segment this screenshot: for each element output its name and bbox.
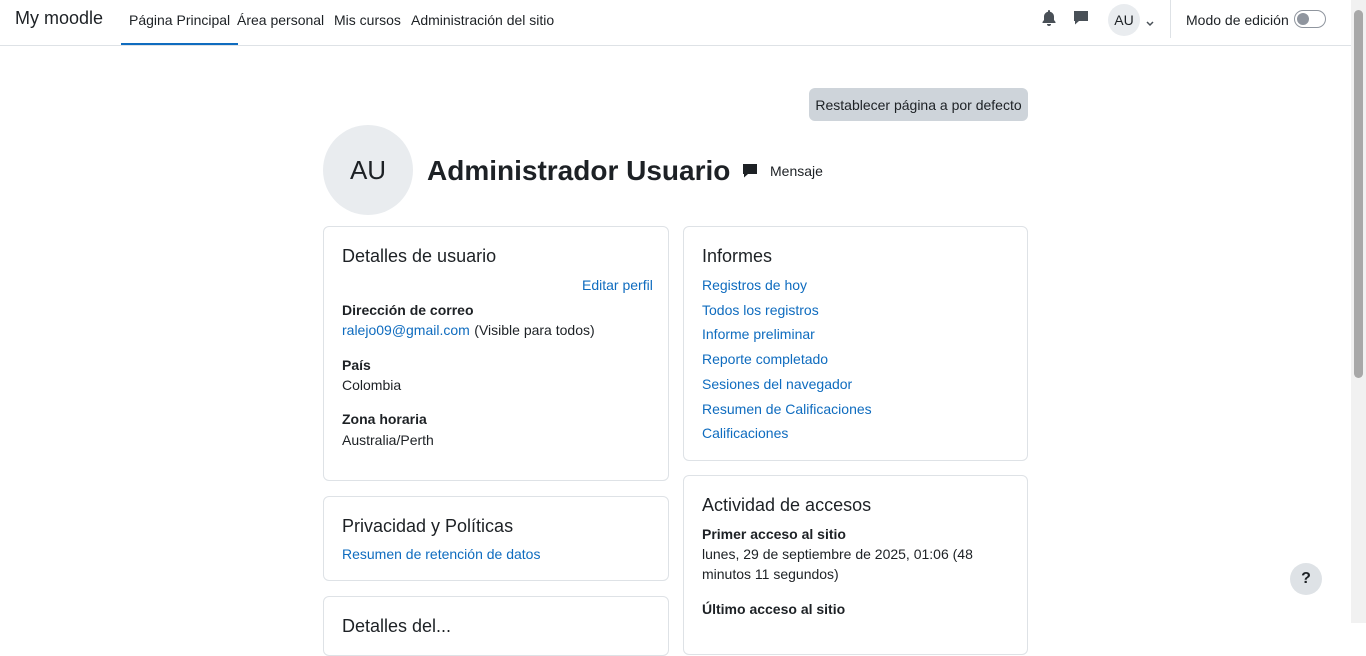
nav-site-admin[interactable]: Administración del sitio	[411, 12, 554, 28]
question-icon: ?	[1301, 570, 1311, 587]
email-row: ralejo09@gmail.com (Visible para todos)	[342, 322, 595, 340]
profile-avatar: AU	[323, 125, 413, 215]
message-icon	[743, 164, 757, 178]
data-retention-link[interactable]: Resumen de retención de datos	[342, 546, 540, 562]
course-details-title: Detalles del...	[342, 616, 452, 636]
site-brand[interactable]: My moodle	[15, 8, 103, 29]
reports-card: Informes Registros de hoy Todos los regi…	[683, 226, 1028, 461]
edit-mode-toggle[interactable]	[1294, 10, 1326, 28]
privacy-title: Privacidad y Políticas	[342, 516, 514, 536]
report-link-grades[interactable]: Calificaciones	[702, 425, 788, 441]
report-link-outline[interactable]: Informe preliminar	[702, 326, 815, 342]
report-link-complete[interactable]: Reporte completado	[702, 351, 828, 367]
last-access-label: Último acceso al sitio	[702, 601, 846, 617]
report-link-all-logs[interactable]: Todos los registros	[702, 302, 819, 318]
navbar-divider	[1170, 0, 1171, 38]
user-details-card: Detalles de usuario Editar perfil Direcc…	[323, 226, 669, 481]
edit-profile-link[interactable]: Editar perfil	[582, 277, 653, 293]
toggle-knob	[1297, 13, 1309, 25]
page-title: Administrador Usuario	[427, 155, 731, 186]
reports-title: Informes	[702, 246, 773, 266]
course-details-card: Detalles del...	[323, 596, 669, 656]
email-visibility: (Visible para todos)	[474, 322, 595, 338]
report-link-today-logs[interactable]: Registros de hoy	[702, 277, 807, 293]
user-details-title: Detalles de usuario	[342, 246, 497, 266]
nav-home[interactable]: Página Principal	[120, 12, 239, 45]
login-activity-title: Actividad de accesos	[702, 495, 872, 515]
country-label: País	[342, 357, 371, 373]
first-access-value-line1: lunes, 29 de septiembre de 2025, 01:06 (…	[702, 546, 973, 562]
nav-my-courses[interactable]: Mis cursos	[334, 12, 401, 28]
nav-dashboard[interactable]: Área personal	[237, 12, 324, 28]
reset-page-button[interactable]: Restablecer página a por defecto	[809, 88, 1028, 121]
privacy-card: Privacidad y Políticas Resumen de retenc…	[323, 496, 669, 581]
login-activity-card: Actividad de accesos Primer acceso al si…	[683, 475, 1028, 655]
email-label: Dirección de correo	[342, 302, 474, 318]
country-value: Colombia	[342, 377, 402, 393]
first-access-label: Primer acceso al sitio	[702, 526, 846, 542]
top-navbar: My moodle Página Principal Área personal…	[0, 0, 1351, 46]
page-scrollbar[interactable]	[1351, 0, 1366, 623]
message-label: Mensaje	[770, 163, 823, 179]
help-button[interactable]: ?	[1290, 563, 1322, 595]
bell-icon[interactable]	[1042, 10, 1058, 26]
scrollbar-thumb[interactable]	[1354, 10, 1363, 378]
timezone-value: Australia/Perth	[342, 432, 434, 448]
edit-mode-label: Modo de edición	[1186, 12, 1289, 28]
report-link-grades-overview[interactable]: Resumen de Calificaciones	[702, 401, 872, 417]
timezone-label: Zona horaria	[342, 411, 427, 427]
first-access-value-line2: minutos 11 segundos)	[702, 566, 839, 582]
user-avatar-menu[interactable]: AU	[1108, 4, 1140, 36]
chat-icon[interactable]	[1073, 10, 1089, 26]
report-link-browser-sessions[interactable]: Sesiones del navegador	[702, 376, 852, 392]
email-link[interactable]: ralejo09@gmail.com	[342, 322, 470, 338]
chevron-down-icon[interactable]	[1146, 14, 1154, 27]
